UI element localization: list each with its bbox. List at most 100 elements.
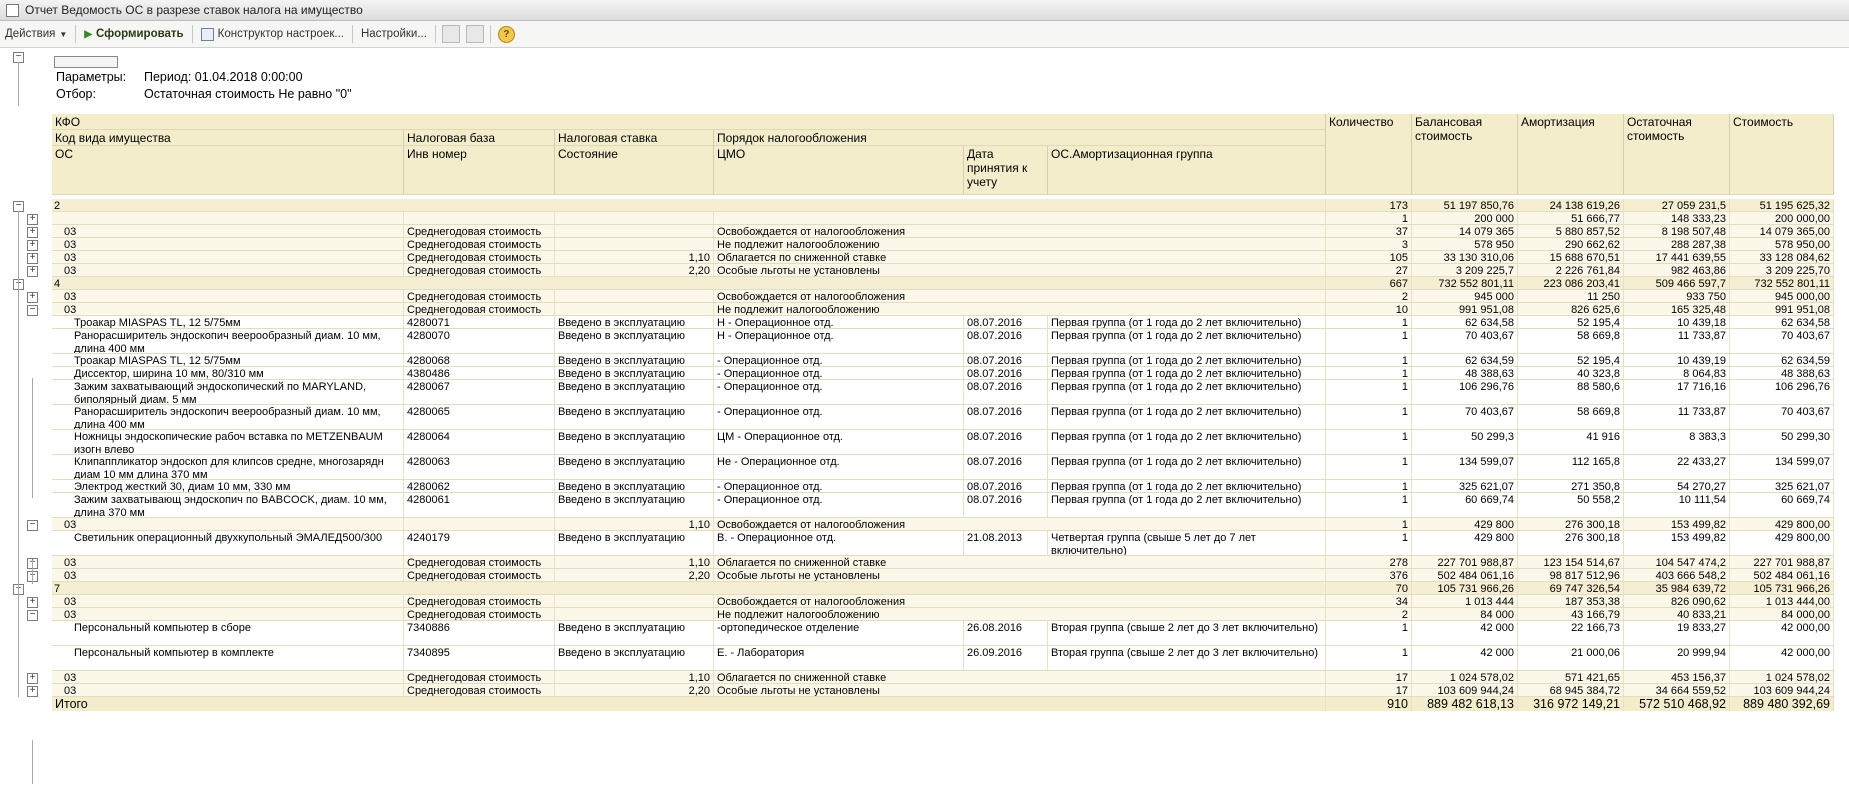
filter-value: Остаточная стоимость Не равно "0" [144,87,352,101]
settings-label: Настройки... [360,28,427,40]
toolbar-separator [434,25,436,43]
row-group: Вторая группа (свыше 2 лет до 3 лет вклю… [1048,646,1326,671]
collapse-icon[interactable]: − [27,520,38,531]
row-date: 08.07.2016 [964,329,1048,354]
row-balance: 42 000 [1412,646,1518,671]
row-rate: Введено в эксплуатацию [555,455,714,480]
total-row: Итого 910 889 482 618,13 316 972 149,21 572 … [52,697,1834,711]
toolbar-separator [191,25,193,43]
row-qty: 1 [1326,405,1412,430]
row-name: Ранорасширитель эндоскопич веерообразный… [52,329,404,354]
asset-row: Диссектор, ширина 10 мм, 80/310 мм 438048… [52,367,1834,380]
expand-icon[interactable]: + [27,240,38,251]
expand-icon[interactable]: + [27,686,38,697]
row-residual: 17 716,16 [1624,380,1730,405]
row-date: 08.07.2016 [964,493,1048,518]
row-name: Зажим захватывающ эндоскопич по BABCOCK,… [52,493,404,518]
collapse-icon[interactable]: − [27,305,38,316]
asset-row: Ранорасширитель эндоскопич веерообразный… [52,405,1834,430]
help-icon[interactable]: ? [497,25,515,43]
row-group: Первая группа (от 1 года до 2 лет включи… [1048,329,1326,354]
asset-row: Светильник операционный двухкупольный ЭМ… [52,531,1834,556]
actions-label: Действия [5,28,56,40]
settings-button[interactable]: Настройки... [356,23,432,45]
constructor-button[interactable]: Конструктор настроек... [196,23,349,45]
group-row: 03 Среднегодовая стоимость Освобождается о… [52,225,1834,238]
play-icon: ▶ [84,28,93,40]
row-group: Первая группа (от 1 года до 2 лет включи… [1048,380,1326,405]
row-balance: 42 000 [1412,621,1518,646]
row-name: Клипаппликатор эндоскоп для клипсов сред… [52,455,404,480]
row-group: Первая группа (от 1 года до 2 лет включи… [1048,405,1326,430]
group-row: 03 Среднегодовая стоимость 1,10 Облагается … [52,671,1834,684]
row-amort: 276 300,18 [1518,531,1624,556]
report-area: −+++++−+−−++−+−++− Параметры: Период: 01… [0,48,1849,810]
expand-icon[interactable]: + [27,597,38,608]
toolbar-separator [489,25,491,43]
row-qty: 1 [1326,621,1412,646]
header-cmo: ЦМО [714,146,964,195]
group-row: 03 Среднегодовая стоимость Не подлежит нал… [52,238,1834,251]
header-residual: Остаточная стоимость [1624,114,1730,195]
row-date: 26.08.2016 [964,621,1048,646]
total-qty: 910 [1326,697,1412,711]
group-row: 03 Среднегодовая стоимость Освобождается о… [52,595,1834,608]
row-order: Не - Операционное отд. [714,455,964,480]
row-name: Персональный компьютер в комплекте [52,646,404,671]
toolbar-separator [75,25,77,43]
row-base: 7340895 [404,646,555,671]
collapse-icon[interactable]: − [27,610,38,621]
generate-label: Сформировать [96,28,184,40]
expand-icon[interactable]: + [27,673,38,684]
header-qty: Количество [1326,114,1412,195]
expand-icon[interactable]: + [27,227,38,238]
row-qty: 1 [1326,646,1412,671]
tree-line [18,211,19,697]
row-cost: 429 800,00 [1730,531,1834,556]
row-amort: 22 166,73 [1518,621,1624,646]
row-qty: 1 [1326,493,1412,518]
row-base: 4280061 [404,493,555,518]
row-cost: 134 599,07 [1730,455,1834,480]
group-row: 7 70 105 731 966,26 69 747 326,54 35 984 639… [52,582,1834,595]
row-cost: 60 669,74 [1730,493,1834,518]
header-cost: Стоимость [1730,114,1834,195]
row-rate: Введено в эксплуатацию [555,646,714,671]
expand-icon[interactable]: + [27,292,38,303]
window-titlebar: Отчет Ведомость ОС в разрезе ставок нало… [0,0,1849,21]
toolbar-separator [351,25,353,43]
row-group: Первая группа (от 1 года до 2 лет включи… [1048,455,1326,480]
total-am: 316 972 149,21 [1518,697,1624,711]
row-cost: 70 403,67 [1730,405,1834,430]
row-residual: 153 499,82 [1624,531,1730,556]
row-rate: Введено в эксплуатацию [555,405,714,430]
row-residual: 22 433,27 [1624,455,1730,480]
group-row: 03 Среднегодовая стоимость 1,10 Облагается … [52,251,1834,264]
generate-button[interactable]: ▶ Сформировать [79,23,188,45]
row-base: 4280070 [404,329,555,354]
row-residual: 11 733,87 [1624,405,1730,430]
total-label: Итого [52,697,1326,711]
asset-row: Зажим захватывающ эндоскопич по BABCOCK,… [52,493,1834,518]
expand-icon[interactable]: + [27,214,38,225]
row-cost: 70 403,67 [1730,329,1834,354]
actions-menu[interactable]: Действия ▼ [0,23,72,45]
export-icon[interactable] [465,25,484,43]
row-balance: 70 403,67 [1412,405,1518,430]
row-date: 08.07.2016 [964,455,1048,480]
total-res: 572 510 468,92 [1624,697,1730,711]
asset-row: Персональный компьютер в комплекте 734089… [52,646,1834,671]
header-tax-base: Налоговая база [404,130,555,146]
expand-icon[interactable]: + [27,253,38,264]
row-order: Е. - Лаборатория [714,646,964,671]
header-date: Дата принятия к учету [964,146,1048,195]
asset-row: Персональный компьютер в сборе 7340886 Вве… [52,621,1834,646]
header-state: Состояние [555,146,714,195]
row-base: 7340886 [404,621,555,646]
header-inv: Инв номер [404,146,555,195]
back-icon[interactable] [441,25,460,43]
row-qty: 1 [1326,380,1412,405]
expand-icon[interactable]: + [27,266,38,277]
asset-row: Электрод жесткий 30, диам 10 мм, 330 мм 4… [52,480,1834,493]
row-amort: 21 000,06 [1518,646,1624,671]
